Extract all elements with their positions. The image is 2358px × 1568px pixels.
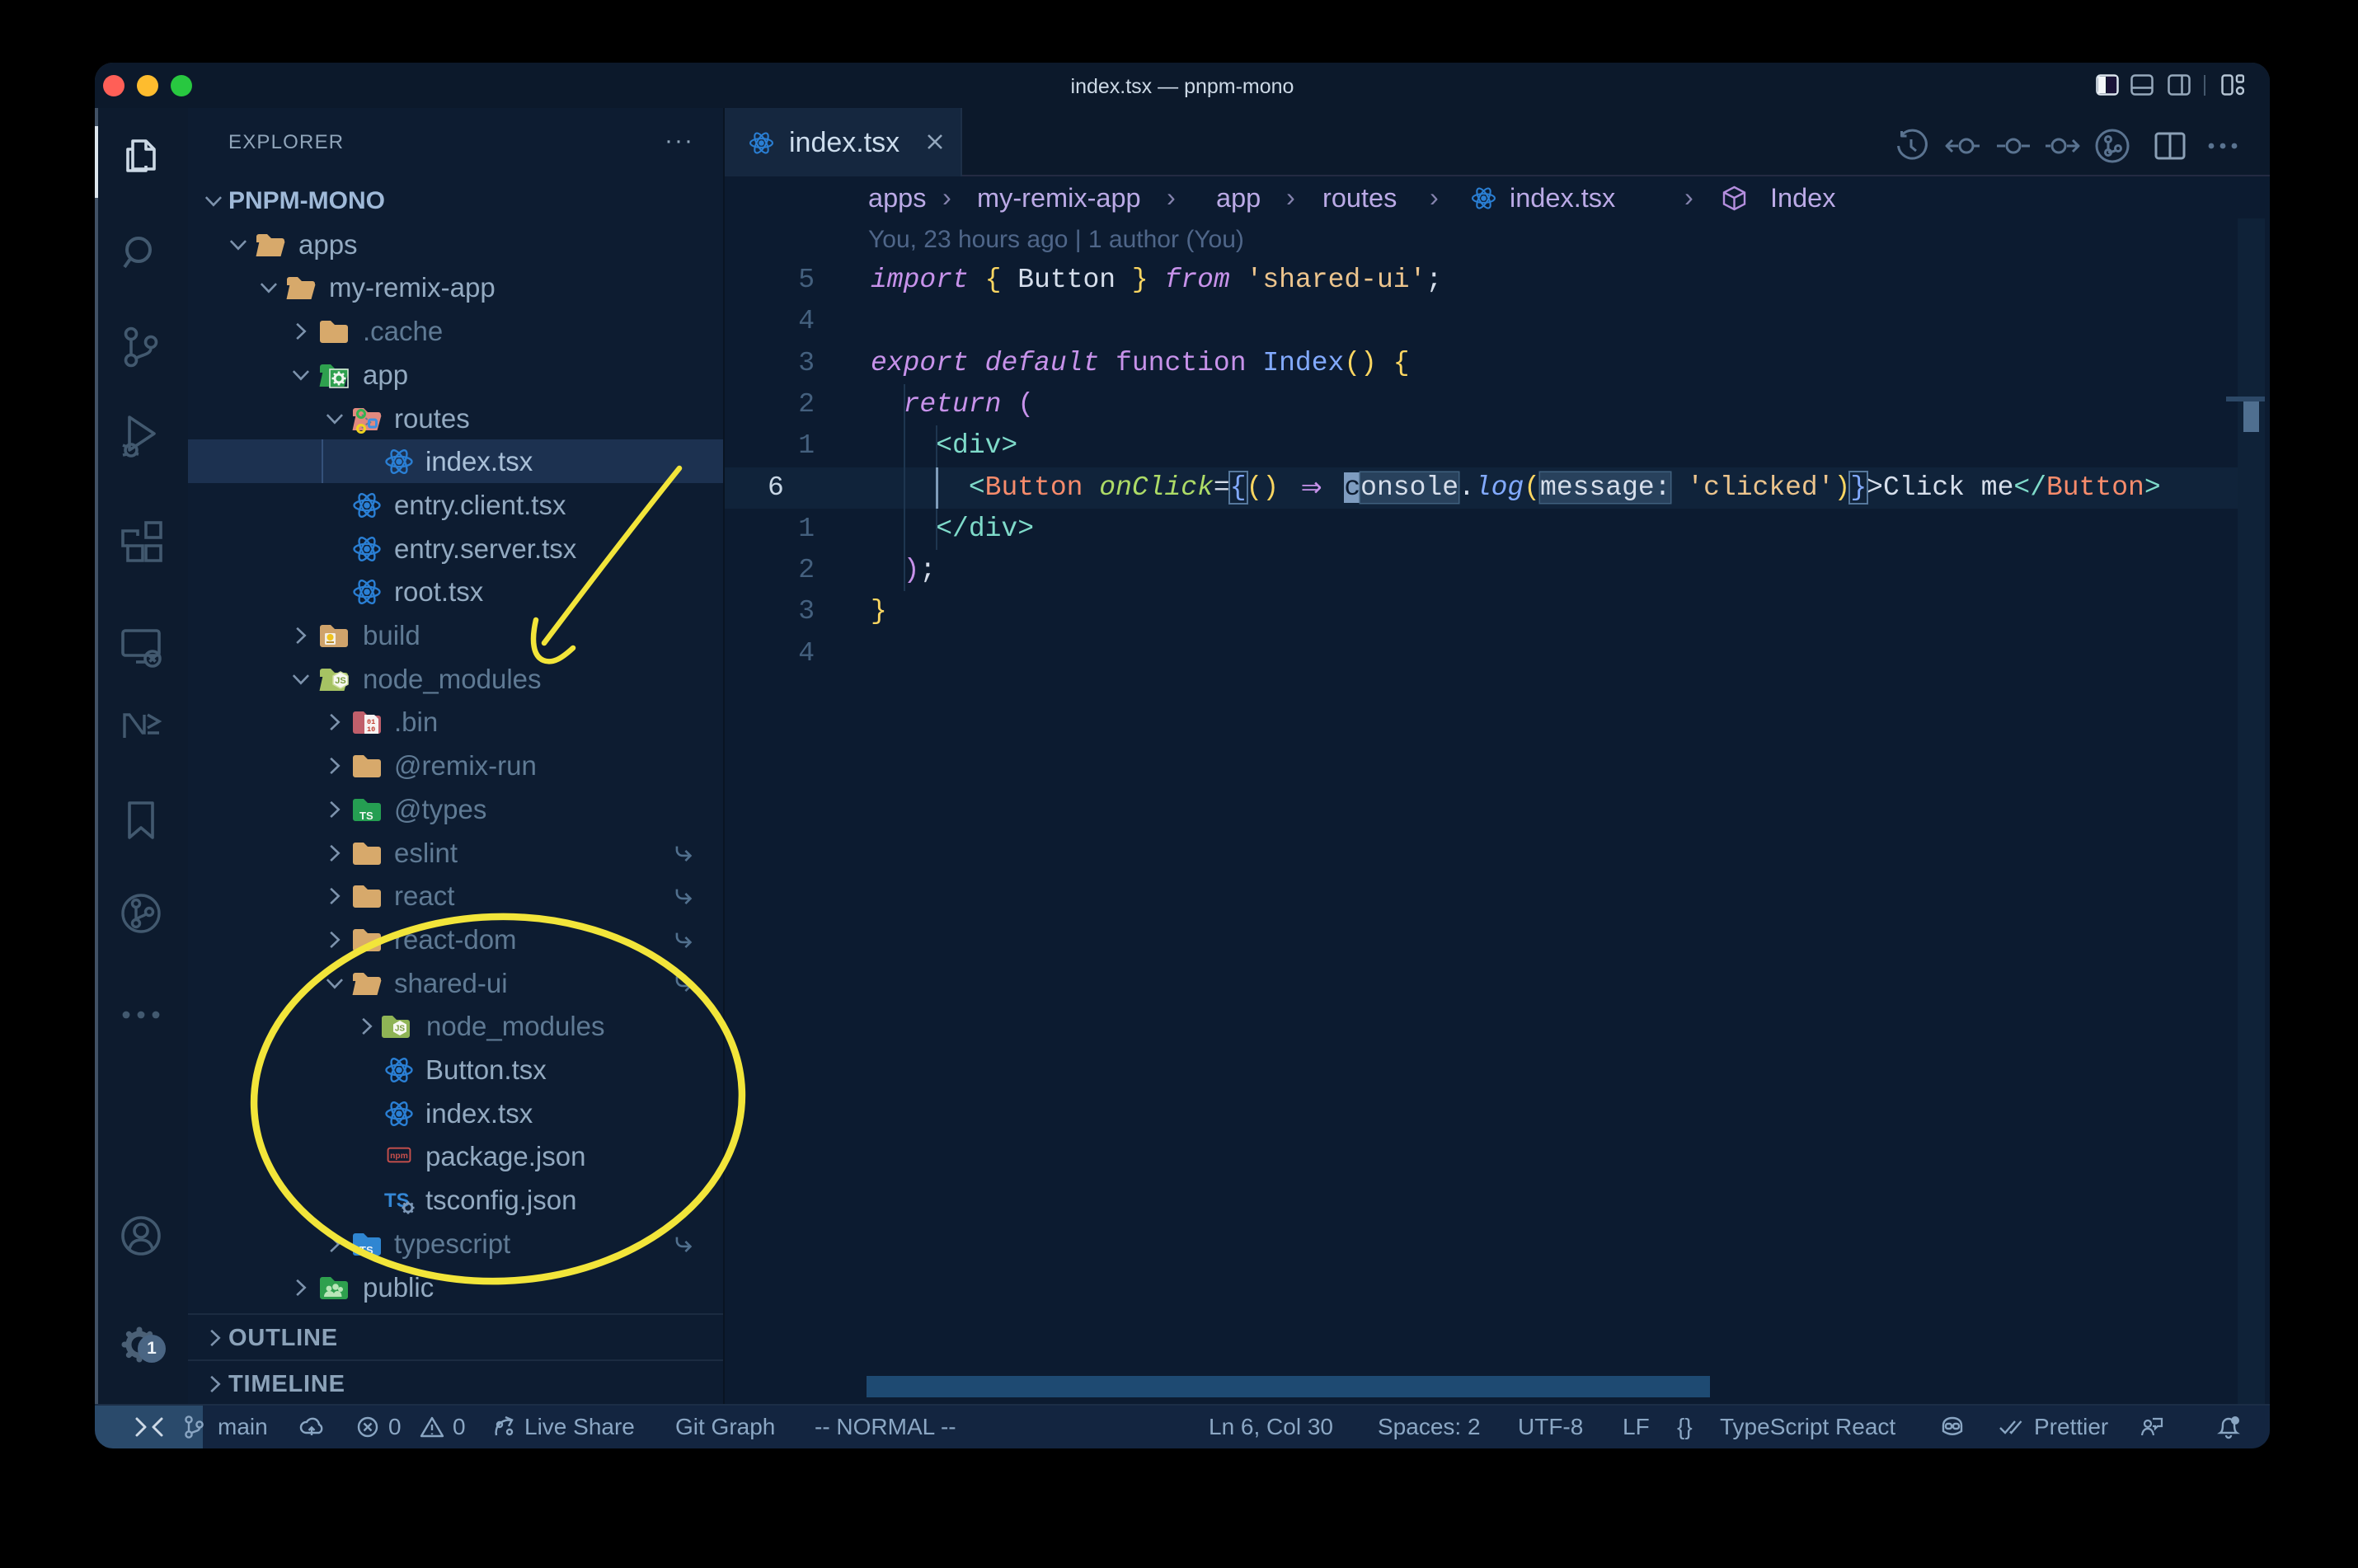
svg-text:TS: TS	[359, 1244, 373, 1256]
svg-text:JS: JS	[395, 1025, 406, 1034]
svg-text:TS: TS	[359, 810, 373, 822]
svg-text:10: 10	[367, 725, 375, 734]
svg-text:TS: TS	[384, 1190, 410, 1212]
svg-text:JS: JS	[335, 676, 345, 686]
svg-text:npm: npm	[390, 1152, 408, 1161]
